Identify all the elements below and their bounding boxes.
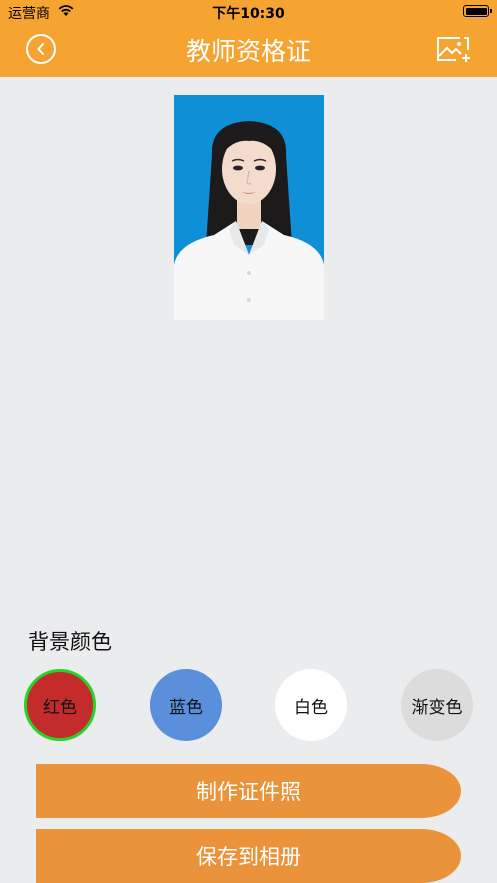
color-option-label: 白色 <box>294 697 328 718</box>
battery-icon <box>463 5 492 17</box>
portrait-image <box>174 95 324 320</box>
color-option-red[interactable]: 红色 <box>24 669 96 741</box>
id-photo-preview <box>174 95 324 320</box>
color-option-gradient[interactable]: 渐变色 <box>401 669 473 741</box>
color-option-label: 渐变色 <box>411 697 463 718</box>
save-to-album-button[interactable]: 保存到相册 <box>36 829 461 883</box>
color-option-blue[interactable]: 蓝色 <box>150 669 222 741</box>
add-image-button[interactable] <box>436 36 470 64</box>
page-title: 教师资格证 <box>185 37 311 66</box>
status-bar: 运营商 下午10:30 <box>0 0 497 24</box>
color-option-white[interactable]: 白色 <box>275 669 347 741</box>
add-image-icon <box>437 37 470 62</box>
background-color-label: 背景颜色 <box>28 630 112 654</box>
color-option-label: 红色 <box>43 697 77 718</box>
color-option-label: 蓝色 <box>169 697 203 718</box>
nav-bar: 教师资格证 <box>0 24 497 77</box>
status-time: 下午10:30 <box>212 6 285 22</box>
make-id-photo-button[interactable]: 制作证件照 <box>36 764 461 818</box>
